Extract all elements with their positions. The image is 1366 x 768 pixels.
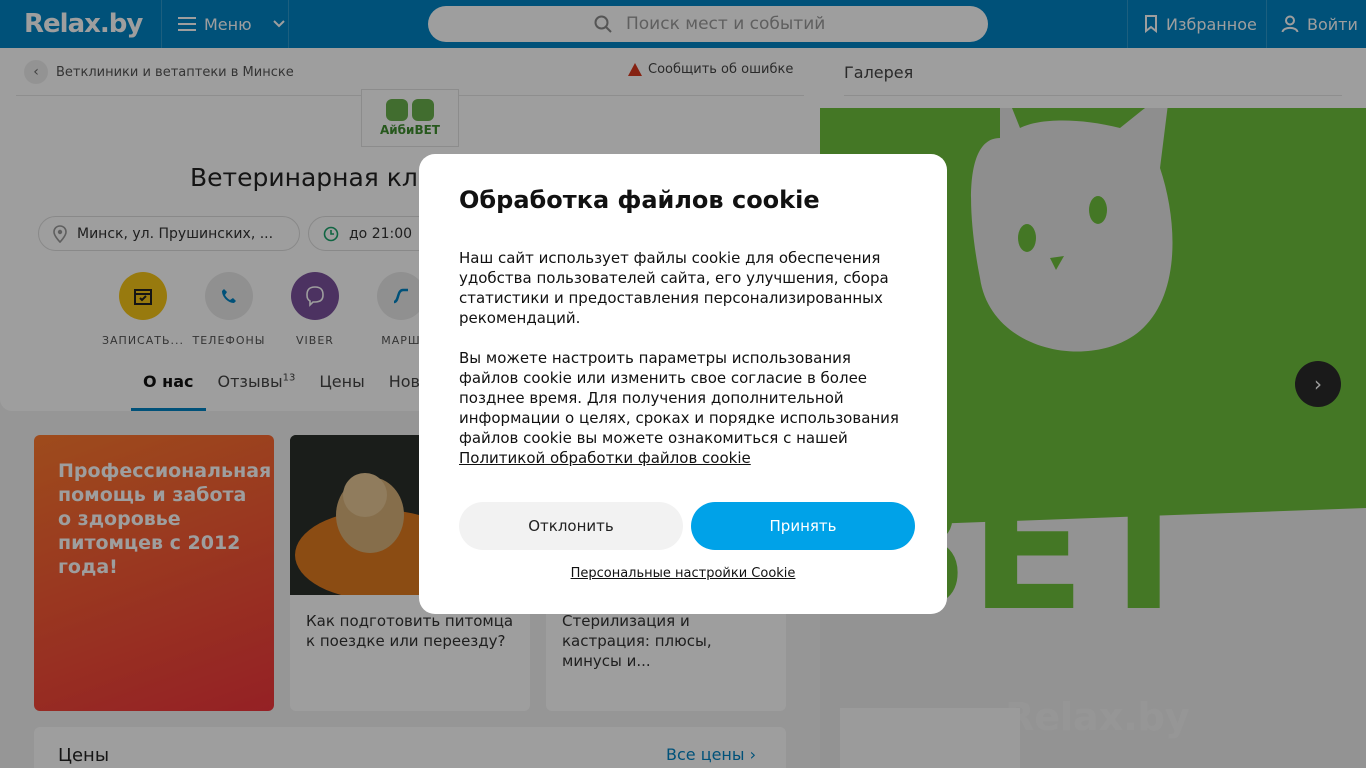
cookie-buttons: Отклонить Принять (459, 502, 915, 550)
cookie-policy-link[interactable]: Политикой обработки файлов cookie (459, 449, 751, 467)
cookie-paragraph-2: Вы можете настроить параметры использова… (459, 348, 907, 468)
cookie-settings-link[interactable]: Персональные настройки Cookie (419, 566, 947, 581)
cookie-modal: Обработка файлов cookie Наш сайт использ… (419, 154, 947, 614)
modal-title: Обработка файлов cookie (459, 186, 820, 214)
accept-button[interactable]: Принять (691, 502, 915, 550)
decline-button[interactable]: Отклонить (459, 502, 683, 550)
cookie-paragraph-2-text: Вы можете настроить параметры использова… (459, 349, 899, 447)
cookie-paragraph-1: Наш сайт использует файлы cookie для обе… (459, 249, 889, 327)
